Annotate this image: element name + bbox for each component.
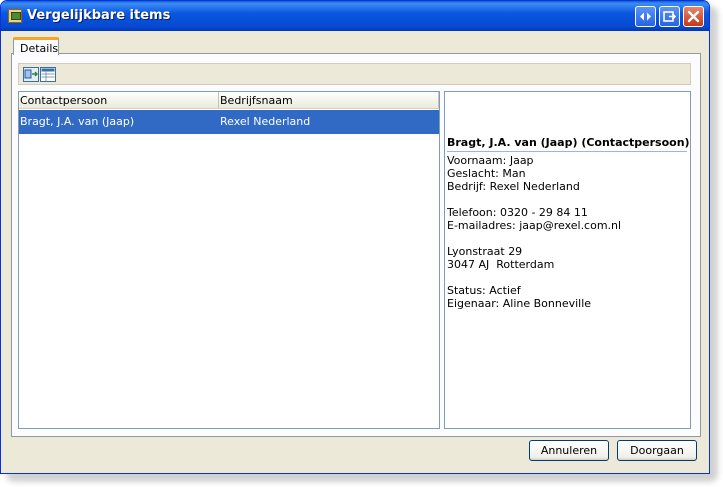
nav-icon [640,12,651,21]
continue-button[interactable]: Doorgaan [617,440,697,461]
close-icon [687,10,700,23]
maximize-button[interactable] [659,6,680,27]
detail-line-city: 3047 AJ Rotterdam [447,258,555,271]
details-pane: Bragt, J.A. van (Jaap) (Contactpersoon) … [444,91,691,429]
nav-button[interactable] [635,6,656,27]
detail-line-voornaam: Voornaam: Jaap [447,154,534,167]
detail-line-geslacht: Geslacht: Man [447,167,526,180]
results-list[interactable]: Contactpersoon Bedrijfsnaam Bragt, J.A. … [18,91,440,429]
toolbar [18,63,691,85]
window-title: Vergelijkbare items [27,8,171,23]
title-bar[interactable]: Vergelijkbare items [1,1,709,31]
compare-icon[interactable] [23,67,39,82]
tab-details[interactable]: Details [13,37,59,55]
detail-line-email: E-mailadres: jaap@rexel.com.nl [447,219,622,232]
detail-line-owner: Eigenaar: Aline Bonneville [447,297,592,310]
detail-line-street: Lyonstraat 29 [447,245,523,258]
column-header-contactpersoon[interactable]: Contactpersoon [19,92,219,109]
detail-line-telefoon: Telefoon: 0320 - 29 84 11 [447,206,588,219]
detail-line-bedrijf: Bedrijf: Rexel Nederland [447,180,580,193]
row-company: Rexel Nederland [220,115,311,128]
column-header-bedrijfsnaam[interactable]: Bedrijfsnaam [219,92,439,109]
details-heading: Bragt, J.A. van (Jaap) (Contactpersoon) [447,136,690,152]
list-header: Contactpersoon Bedrijfsnaam [19,92,439,110]
app-icon [8,9,22,23]
close-button[interactable] [683,6,704,27]
dialog-window: Vergelijkbare items Details Contactperso… [0,0,710,474]
detail-line-status: Status: Actief [447,284,521,297]
table-row[interactable]: Bragt, J.A. van (Jaap) Rexel Nederland [19,110,439,134]
cancel-button[interactable]: Annuleren [529,440,609,461]
table-view-icon[interactable] [40,67,56,82]
maximize-icon [663,11,676,22]
tab-label: Details [20,42,59,55]
row-contact: Bragt, J.A. van (Jaap) [20,115,135,128]
